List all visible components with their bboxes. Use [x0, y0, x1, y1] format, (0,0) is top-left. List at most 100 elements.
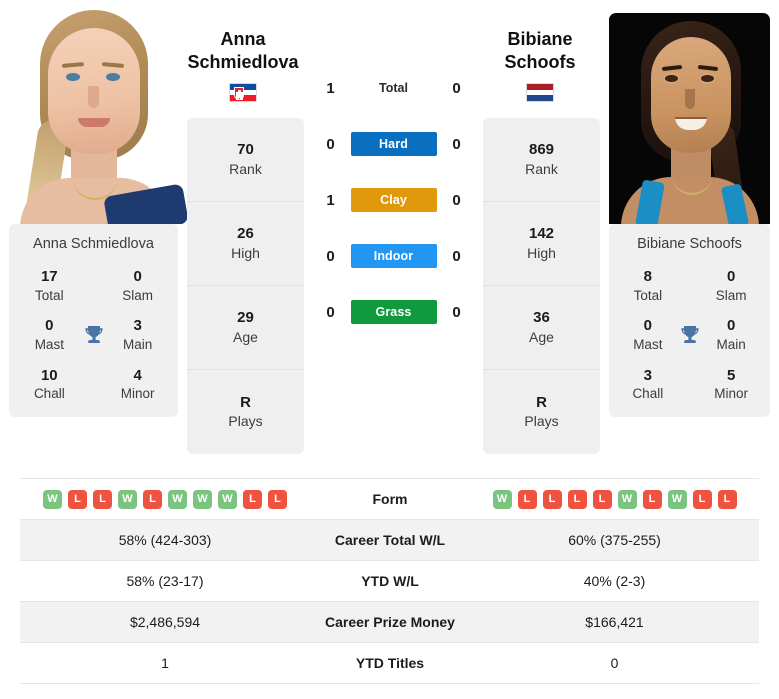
h2h-total-label: Total	[379, 81, 408, 95]
h2h-grass-left-score: 0	[326, 303, 335, 321]
right-titles-row-1: 8 Total 0 Slam	[615, 268, 764, 304]
left-mast-value: 0	[45, 317, 54, 335]
left-main-value: 3	[133, 317, 142, 335]
left-main-titles: 3 Main	[111, 317, 164, 353]
row-label-prize-money: Career Prize Money	[310, 601, 470, 643]
right-profile-rank: 869 Rank	[483, 118, 600, 202]
trophy-icon	[84, 326, 103, 344]
right-form-strip: WLLLLWLWLL	[470, 489, 759, 509]
left-slam-value: 0	[133, 268, 142, 285]
form-badge-loss[interactable]: L	[542, 489, 562, 509]
left-player-summary-card: Anna Schmiedlova 17 Total 0 Slam 0 Mast …	[9, 224, 178, 417]
left-player-first-name: Anna	[220, 29, 266, 49]
left-form-cell: WLLWLWWWLL	[20, 478, 310, 520]
right-chall-label: Chall	[632, 386, 664, 402]
left-form-strip: WLLWLWWWLL	[20, 489, 310, 509]
left-player-name-label: Anna Schmiedlova	[33, 236, 154, 252]
right-chall-value: 3	[643, 366, 652, 384]
surface-badge-indoor[interactable]: Indoor	[350, 244, 437, 268]
right-age-value: 36	[533, 309, 550, 327]
left-high-label: High	[231, 244, 260, 261]
h2h-grass-right-score: 0	[452, 303, 461, 321]
left-trophy-holder	[76, 323, 112, 347]
right-player-titles-grid: 8 Total 0 Slam 0 Mast 0 Main 3 Chall 5 M…	[615, 268, 764, 403]
left-ytd-titles-value: 1	[20, 642, 310, 684]
left-prize-money-value: $2,486,594	[20, 601, 310, 643]
table-row-form: WLLWLWWWLL Form WLLLLWLWLL	[20, 478, 759, 520]
form-badge-win[interactable]: W	[193, 489, 212, 509]
form-badge-loss[interactable]: L	[93, 489, 112, 509]
h2h-total-label-holder: Total	[351, 81, 437, 95]
left-player-header[interactable]: Anna Schmiedlova	[178, 28, 308, 103]
right-main-label: Main	[716, 337, 746, 353]
head-to-head-column: 1 Total 0 0 Hard 0 1 Clay 0 0 Indoor 0 0…	[304, 0, 483, 340]
left-profile-high: 26 High	[187, 202, 304, 286]
left-age-label: Age	[233, 328, 258, 345]
right-chall-titles: 3 Chall	[623, 367, 673, 403]
right-high-value: 142	[528, 225, 555, 243]
form-badge-loss[interactable]: L	[567, 489, 587, 509]
form-badge-win[interactable]: W	[43, 489, 62, 509]
form-badge-loss[interactable]: L	[592, 489, 612, 509]
h2h-hard-badge-holder: Hard	[350, 132, 437, 156]
right-mast-titles: 0 Mast	[623, 317, 673, 353]
form-badge-loss[interactable]: L	[243, 489, 262, 509]
form-badge-win[interactable]: W	[168, 489, 187, 509]
right-slam-titles: 0 Slam	[706, 268, 756, 304]
left-player-photo	[0, 0, 187, 224]
left-main-label: Main	[123, 337, 153, 353]
form-badge-win[interactable]: W	[667, 489, 687, 509]
h2h-indoor-left-score: 0	[326, 247, 335, 265]
surface-badge-clay[interactable]: Clay	[350, 188, 437, 212]
surface-badge-grass[interactable]: Grass	[350, 300, 437, 324]
form-badge-win[interactable]: W	[118, 489, 137, 509]
h2h-grass-badge-holder: Grass	[350, 300, 437, 324]
left-minor-label: Minor	[120, 386, 155, 402]
right-player-column: Bibiane Schoofs 8 Total 0 Slam 0 Mast 0 …	[600, 0, 779, 417]
form-badge-loss[interactable]: L	[642, 489, 662, 509]
surface-badge-hard[interactable]: Hard	[350, 132, 437, 156]
right-player-header[interactable]: Bibiane Schoofs	[475, 28, 605, 103]
form-badge-loss[interactable]: L	[717, 489, 737, 509]
right-titles-row-3: 3 Chall 5 Minor	[615, 367, 764, 403]
right-main-value: 0	[727, 317, 736, 335]
right-player-name-label: Bibiane Schoofs	[637, 236, 742, 252]
right-player-photo	[600, 0, 779, 224]
left-chall-titles: 10 Chall	[23, 367, 76, 403]
right-profile-age: 36 Age	[483, 286, 600, 370]
right-form-cell: WLLLLWLWLL	[470, 478, 759, 520]
right-minor-value: 5	[727, 366, 736, 384]
right-trophy-holder	[673, 323, 707, 347]
table-row-prize-money: $2,486,594 Career Prize Money $166,421	[20, 601, 759, 643]
h2h-row-clay: 1 Clay 0	[304, 172, 483, 228]
form-badge-loss[interactable]: L	[692, 489, 712, 509]
left-player-column: Anna Schmiedlova 17 Total 0 Slam 0 Mast …	[0, 0, 187, 417]
left-minor-titles: 4 Minor	[111, 367, 164, 403]
h2h-clay-left-score: 1	[326, 191, 335, 209]
form-badge-win[interactable]: W	[617, 489, 637, 509]
right-mast-value: 0	[643, 317, 652, 335]
h2h-total-right-score: 0	[452, 79, 461, 97]
form-badge-loss[interactable]: L	[143, 489, 162, 509]
row-label-form: Form	[310, 478, 470, 520]
form-badge-loss[interactable]: L	[517, 489, 537, 509]
right-main-titles: 0 Main	[706, 317, 756, 353]
right-rank-label: Rank	[525, 160, 558, 177]
h2h-hard-left-score: 0	[326, 135, 335, 153]
form-badge-loss[interactable]: L	[68, 489, 87, 509]
right-player-summary-card: Bibiane Schoofs 8 Total 0 Slam 0 Mast 0 …	[609, 224, 770, 417]
form-badge-win[interactable]: W	[218, 489, 237, 509]
form-badge-win[interactable]: W	[492, 489, 512, 509]
table-row-ytd-titles: 1 YTD Titles 0	[20, 642, 759, 684]
trophy-icon	[680, 326, 699, 344]
left-total-value: 17	[40, 268, 58, 285]
right-high-label: High	[527, 244, 556, 261]
h2h-row-grass: 0 Grass 0	[304, 284, 483, 340]
right-total-titles: 8 Total	[623, 268, 673, 304]
right-plays-value: R	[536, 393, 547, 411]
left-mast-label: Mast	[34, 337, 64, 353]
left-profile-age: 29 Age	[187, 286, 304, 370]
h2h-indoor-badge-holder: Indoor	[350, 244, 437, 268]
left-total-titles: 17 Total	[23, 268, 76, 304]
form-badge-loss[interactable]: L	[268, 489, 287, 509]
